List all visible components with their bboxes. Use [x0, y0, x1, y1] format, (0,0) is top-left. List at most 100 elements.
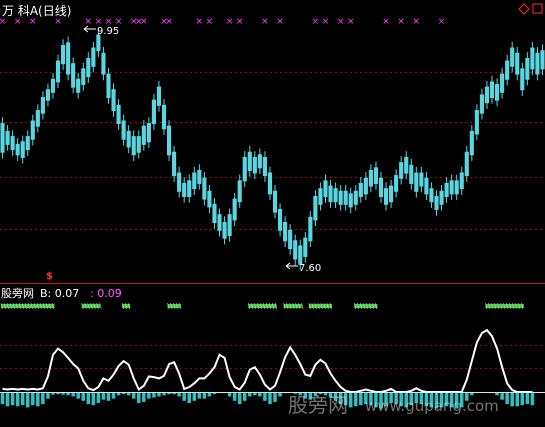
candle-body [40, 97, 45, 114]
candle-body [111, 89, 116, 112]
candle-body [414, 172, 419, 192]
candle-body [424, 177, 429, 195]
candle-body [520, 68, 525, 91]
candle-body [5, 130, 10, 145]
candle-body [484, 86, 490, 104]
candle-body [328, 185, 333, 203]
candle-body [136, 136, 141, 153]
candle-body [278, 209, 283, 231]
candle-body [86, 57, 91, 78]
candle-body [66, 42, 71, 75]
low-label: 7.60 [299, 263, 321, 274]
candle-body [257, 154, 262, 169]
stock-chart: 万 科A(日线) × × × × × × × × ××× ×× × × × × × × × × × × × × × × 9.9… [0, 0, 545, 427]
candle-body [338, 190, 343, 205]
c-value-label: : 0.09 [90, 287, 122, 300]
candle-body [373, 167, 379, 184]
candle-body [151, 99, 156, 125]
candle-body [121, 120, 126, 140]
candle-body [474, 110, 479, 135]
signal-marker: × [236, 17, 244, 27]
candle-body [353, 190, 358, 205]
signal-marker: × [276, 17, 284, 27]
candle-body [237, 180, 242, 203]
candle-body [76, 78, 81, 93]
signal-marker: × [226, 17, 234, 27]
candle-body [323, 180, 328, 197]
candle-body [293, 240, 298, 260]
candle-body [378, 177, 384, 197]
candle-body [15, 143, 20, 156]
candle-body [126, 130, 131, 148]
candle-body [489, 81, 495, 99]
candle-body [212, 203, 217, 224]
signal-marker: × [347, 17, 355, 27]
signal-marker: × [165, 17, 173, 27]
signal-marker: × [413, 17, 421, 27]
candle-body [197, 169, 202, 184]
candle-body [459, 172, 464, 190]
candle-body [222, 222, 227, 239]
candle-body [172, 151, 177, 177]
candle-body [283, 222, 288, 242]
candle-body [50, 78, 56, 93]
candle-body [525, 57, 530, 80]
signal-marker: × [29, 17, 37, 27]
candle-body [25, 136, 30, 151]
candle-body [141, 125, 146, 145]
candle-body [510, 47, 515, 67]
b-value-label: B: 0.07 [40, 287, 79, 300]
signal-marker: × [322, 17, 330, 27]
candle-body [505, 60, 510, 80]
candle-body [500, 73, 505, 93]
signal-marker: × [438, 17, 446, 27]
signal-marker: × [337, 17, 345, 27]
candle-body [348, 193, 353, 208]
candle-body [232, 198, 237, 221]
candle-body [30, 120, 35, 140]
candle-body [404, 156, 409, 174]
candle-body [81, 68, 86, 85]
candle-body [444, 182, 449, 197]
candle-body [298, 245, 303, 265]
candle-body [227, 214, 232, 237]
candle-body [540, 50, 545, 70]
candle-body [96, 34, 101, 52]
candle-body [333, 188, 338, 203]
candle-body [116, 104, 121, 125]
signal-marker: × [0, 17, 6, 27]
candle-body [217, 214, 222, 231]
candle-body [101, 52, 106, 75]
candle-body [71, 63, 76, 88]
candle-body [262, 156, 267, 177]
warning-glyph: $ [46, 271, 53, 282]
candle-body [303, 237, 308, 257]
candle-body [363, 177, 368, 195]
candle-body [535, 52, 540, 75]
candle-body [530, 47, 535, 70]
candle-body [429, 188, 434, 203]
candle-body [469, 130, 474, 156]
candle-body [20, 141, 25, 158]
candle-body [106, 73, 111, 99]
candle-body [515, 52, 520, 75]
signal-marker: × [206, 17, 214, 27]
candle-body [288, 229, 293, 250]
candle-body [131, 136, 136, 156]
candle-body [308, 216, 313, 242]
candle-body [383, 188, 389, 205]
candle [0, 117, 5, 159]
chart-background [0, 0, 545, 427]
candle-body [479, 94, 484, 114]
sub-panel-label: 股旁网 [1, 286, 34, 300]
candle-body [434, 195, 439, 211]
candle-body [242, 156, 247, 182]
candle [166, 119, 172, 162]
signal-marker: × [261, 17, 269, 27]
candle-body [166, 125, 172, 156]
candle-body [409, 164, 414, 184]
candle-body [187, 180, 192, 197]
candle-body [146, 123, 151, 143]
chart-title: 万 科A(日线) [2, 4, 71, 18]
candle-body [182, 182, 187, 197]
